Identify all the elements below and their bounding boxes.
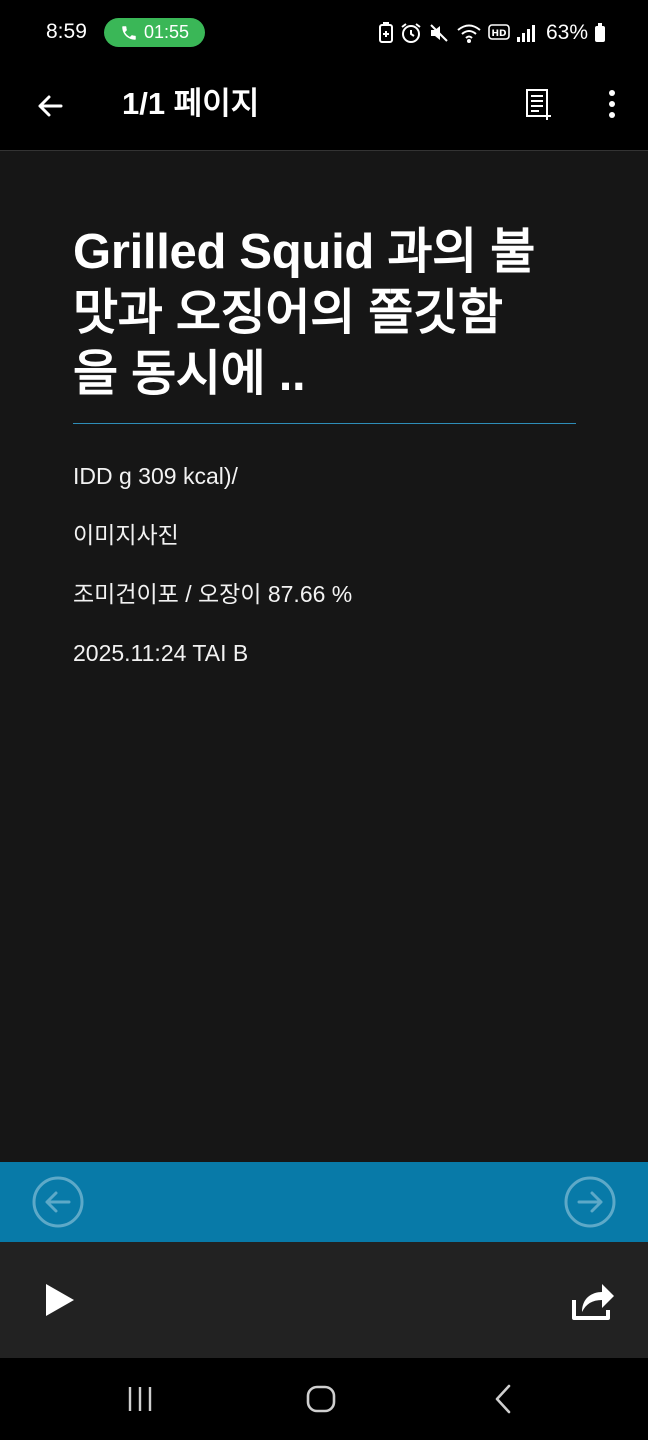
article-headline: Grilled Squid 과의 불 맛과 오징어의 쫄깃함 을 동시에 .. xyxy=(73,222,576,405)
headline-line: 을 동시에 .. xyxy=(73,347,306,401)
phone-icon xyxy=(122,25,136,40)
back-icon xyxy=(495,1384,511,1414)
info-line-date: 2025.11:24 TAI B xyxy=(73,640,249,666)
status-time: 8:59 xyxy=(46,20,87,43)
info-line-ingredient: 조미건이포 / 오장이 87.66 % xyxy=(73,581,353,607)
list-add-button[interactable] xyxy=(517,82,561,126)
headline-line: Grilled Squid 과의 불 xyxy=(73,225,535,279)
battery-percent: 63% xyxy=(545,21,588,44)
hd-icon: HD xyxy=(488,24,510,40)
battery-saver-icon xyxy=(378,22,393,43)
back-button[interactable] xyxy=(28,84,72,128)
page-navigation-bar xyxy=(0,1162,648,1242)
signal-icon xyxy=(516,25,535,42)
page-title: 1/1 페이지 xyxy=(122,86,260,121)
headline-divider xyxy=(73,423,576,424)
alarm-icon xyxy=(401,23,421,43)
recent-apps-button[interactable] xyxy=(115,1378,165,1420)
share-icon xyxy=(572,1284,614,1320)
play-icon xyxy=(46,1284,74,1316)
headline-line: 맛과 오징어의 쫄깃함 xyxy=(73,286,503,340)
system-back-button[interactable] xyxy=(478,1378,528,1420)
call-timer: 01:55 xyxy=(143,22,190,42)
next-page-button[interactable] xyxy=(564,1176,616,1228)
home-icon xyxy=(306,1385,336,1413)
battery-icon xyxy=(595,23,605,42)
circle-arrow-left-icon xyxy=(32,1176,84,1228)
more-vertical-icon xyxy=(609,90,615,118)
recent-apps-icon xyxy=(128,1387,152,1411)
article-content: Grilled Squid 과의 불 맛과 오징어의 쫄깃함 을 동시에 .. … xyxy=(73,222,576,668)
status-bar: 8:59 01:55 HD 63% xyxy=(0,0,648,64)
list-add-icon xyxy=(526,89,551,120)
play-button[interactable] xyxy=(38,1278,82,1322)
circle-arrow-right-icon xyxy=(564,1176,616,1228)
info-line-calories: IDD g 309 kcal)/ xyxy=(73,463,238,489)
home-button[interactable] xyxy=(296,1378,346,1420)
svg-text:HD: HD xyxy=(491,29,506,39)
previous-page-button[interactable] xyxy=(32,1176,84,1228)
wifi-icon xyxy=(457,24,481,43)
info-line-image: 이미지사진 xyxy=(73,522,179,548)
app-bar: 1/1 페이지 xyxy=(0,64,648,151)
mute-icon xyxy=(430,24,448,42)
back-arrow-icon xyxy=(38,95,63,117)
player-bar xyxy=(0,1242,648,1358)
more-options-button[interactable] xyxy=(590,82,634,126)
system-navigation-bar xyxy=(0,1358,648,1440)
call-indicator[interactable]: 01:55 xyxy=(104,18,205,47)
share-button[interactable] xyxy=(568,1278,618,1322)
